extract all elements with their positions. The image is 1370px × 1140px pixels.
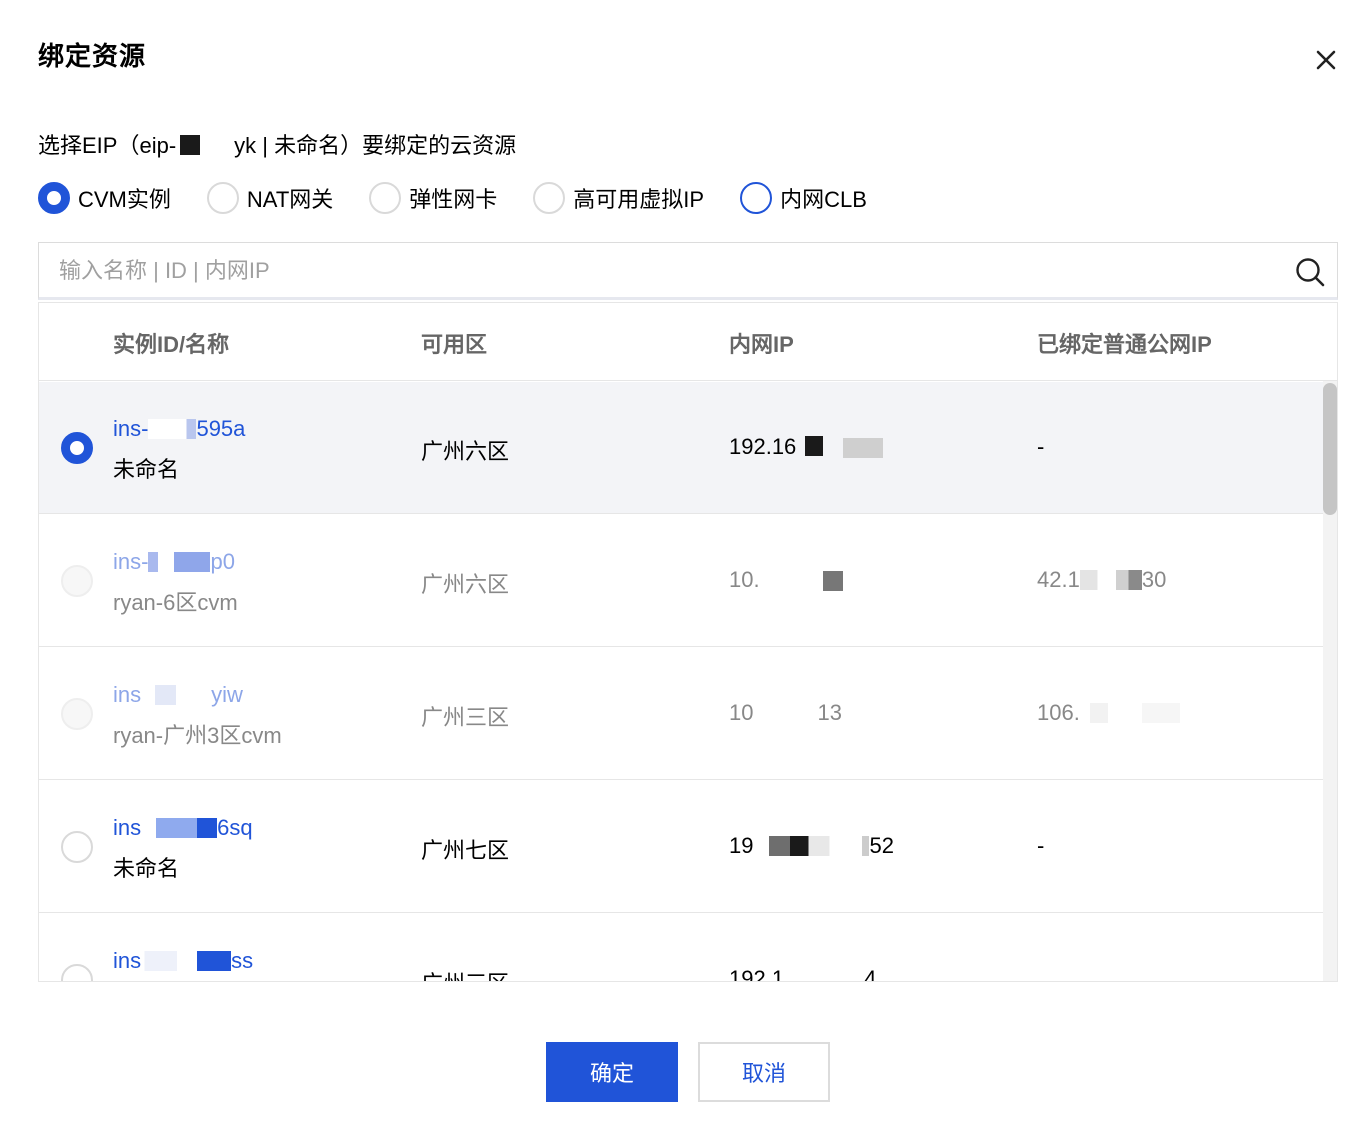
- zone-cell: 广州三区: [421, 705, 510, 730]
- zone-cell: 广州六区: [421, 439, 510, 464]
- zone-cell: 广州六区: [421, 572, 510, 597]
- column-header: 已绑定普通公网IP: [1037, 332, 1212, 357]
- search-box: [38, 242, 1338, 300]
- resource-type-radio-group: CVM实例 NAT网关 弹性网卡 高可用虚拟IP 内网CLB: [38, 180, 903, 216]
- search-input[interactable]: [59, 243, 1279, 299]
- radio-circle[interactable]: [533, 182, 566, 214]
- private-ip-cell: 192.1 4: [729, 966, 876, 981]
- table-row[interactable]: ins 6sq 未命名 广州七区 19 52 -: [39, 781, 1323, 913]
- private-ip-cell: 10.: [729, 567, 760, 592]
- public-ip-cell: 106.: [1037, 700, 1180, 726]
- radio-label: 高可用虚拟IP: [573, 187, 705, 212]
- instance-table: 实例ID/名称 可用区 内网IP 已绑定普通公网IP ins- 595a 未命名 …: [38, 302, 1338, 982]
- public-ip-cell: 42.1 30: [1037, 567, 1167, 592]
- confirm-button[interactable]: 确定: [546, 1042, 678, 1102]
- radio-label: CVM实例: [78, 187, 171, 212]
- dialog-description: 选择EIP（eip-yk | 未命名）要绑定的云资源: [38, 128, 516, 160]
- cancel-button[interactable]: 取消: [698, 1042, 830, 1102]
- row-radio[interactable]: [61, 831, 93, 863]
- close-button[interactable]: [1310, 44, 1342, 76]
- column-header: 可用区: [421, 332, 488, 357]
- table-row[interactable]: ins- 595a 未命名 192.16 广州六区 -: [39, 382, 1323, 514]
- table-row: ins-p0 ryan-6区cvm 广州六区 10. 42.1 30: [39, 515, 1323, 647]
- bind-resource-dialog: 绑定资源 选择EIP（eip-yk | 未命名）要绑定的云资源 CVM实例 NA…: [0, 0, 1370, 1140]
- zone-cell: 广州三区: [421, 966, 509, 981]
- radio-label: 弹性网卡: [409, 187, 498, 212]
- instance-id[interactable]: ins- 595a: [113, 416, 245, 442]
- table-row: ins yiw ryan-广州3区cvm 广州三区 10 13 106.: [39, 648, 1323, 780]
- table-header: 实例ID/名称 可用区 内网IP 已绑定普通公网IP: [39, 303, 1337, 381]
- private-ip-cell: 10 13: [729, 700, 842, 725]
- column-header: 内网IP: [729, 332, 794, 357]
- radio-clb[interactable]: 内网CLB: [740, 182, 867, 214]
- column-header: 实例ID/名称: [113, 332, 230, 357]
- instance-id: ins yiw: [113, 682, 243, 707]
- description-prefix: 选择EIP（eip-: [38, 133, 177, 158]
- public-ip-cell: -: [1037, 833, 1045, 858]
- redacted-block: [180, 135, 201, 155]
- instance-name: ryan-广州3区cvm: [113, 723, 282, 748]
- public-ip-cell: -: [1037, 434, 1045, 459]
- scrollbar-thumb[interactable]: [1323, 383, 1337, 515]
- radio-label: NAT网关: [246, 187, 334, 212]
- radio-havip[interactable]: 高可用虚拟IP: [533, 182, 704, 214]
- close-icon: [1316, 50, 1336, 70]
- radio-circle[interactable]: [206, 182, 239, 214]
- radio-nat-gateway[interactable]: NAT网关: [206, 182, 334, 214]
- row-radio: [61, 698, 93, 730]
- instance-name: ryan-6区cvm: [113, 590, 238, 615]
- zone-cell: 192.16: [729, 434, 797, 459]
- row-radio: [61, 565, 93, 597]
- instance-id: ins-p0: [113, 549, 235, 574]
- radio-eni[interactable]: 弹性网卡: [369, 182, 497, 214]
- search-icon[interactable]: [1293, 255, 1327, 289]
- instance-id[interactable]: ins ss: [113, 948, 253, 974]
- radio-circle[interactable]: [740, 182, 773, 214]
- row-radio[interactable]: [61, 964, 93, 981]
- zone-cell: 广州七区: [421, 838, 510, 863]
- row-radio[interactable]: [61, 432, 93, 464]
- instance-id[interactable]: ins 6sq: [113, 815, 253, 841]
- dialog-title: 绑定资源: [38, 41, 147, 71]
- description-suffix: yk | 未命名）要绑定的云资源: [234, 133, 517, 158]
- instance-name: 未命名: [113, 457, 180, 482]
- private-ip-cell: 19 52: [729, 833, 894, 858]
- table-row[interactable]: insss 广州三区 192.14: [39, 914, 1323, 981]
- radio-circle[interactable]: [369, 182, 402, 214]
- table-scrollbar[interactable]: [1323, 381, 1337, 981]
- instance-name: 未命名: [113, 856, 180, 881]
- radio-label: 内网CLB: [780, 187, 867, 212]
- radio-cvm[interactable]: CVM实例: [38, 182, 171, 214]
- radio-circle[interactable]: [38, 182, 70, 214]
